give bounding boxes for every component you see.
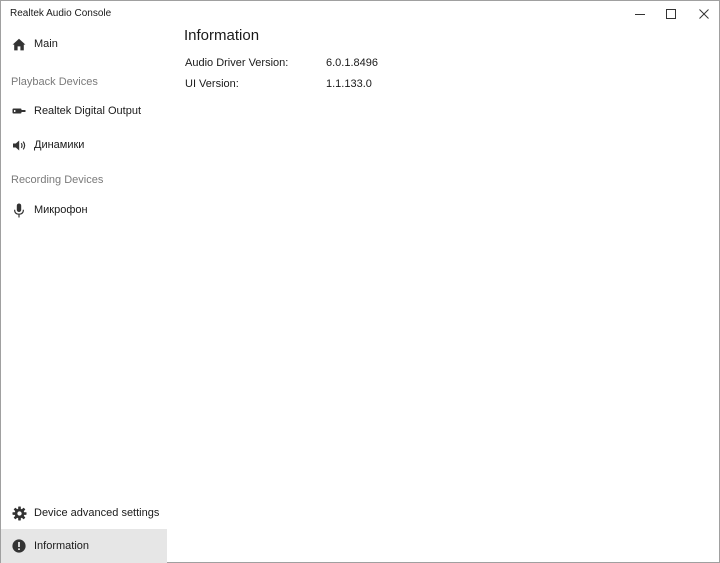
minimize-icon — [635, 9, 645, 19]
microphone-icon — [11, 202, 27, 218]
info-label: UI Version: — [185, 78, 239, 90]
sidebar-item-device-advanced-settings[interactable]: Device advanced settings — [1, 496, 167, 530]
sidebar-item-label: Information — [34, 540, 90, 552]
sidebar-item-realtek-digital-output[interactable]: Realtek Digital Output — [1, 94, 167, 128]
info-value: 1.1.133.0 — [326, 78, 372, 90]
gear-icon — [11, 505, 27, 521]
home-icon — [11, 36, 27, 52]
app-title: Realtek Audio Console — [10, 8, 112, 19]
maximize-button[interactable] — [654, 1, 688, 27]
digital-output-icon — [11, 103, 27, 119]
maximize-icon — [666, 9, 676, 19]
sidebar-item-label: Динамики — [34, 139, 85, 151]
sidebar-item-label: Device advanced settings — [34, 507, 160, 519]
info-icon — [11, 538, 27, 554]
sidebar: Main Playback Devices Realtek Digital Ou… — [1, 27, 167, 563]
sidebar-item-label: Микрофон — [34, 204, 88, 216]
sidebar-item-main[interactable]: Main — [1, 27, 167, 61]
info-row-audio-driver-version: Audio Driver Version: 6.0.1.8496 — [185, 57, 485, 73]
recording-devices-header: Recording Devices — [11, 174, 104, 186]
information-panel: Information Audio Driver Version: 6.0.1.… — [184, 27, 704, 527]
sidebar-item-speakers[interactable]: Динамики — [1, 128, 167, 162]
app-window: Realtek Audio Console Main Playback Devi… — [0, 0, 720, 563]
close-button[interactable] — [687, 1, 720, 27]
page-title: Information — [184, 27, 260, 44]
minimize-button[interactable] — [623, 1, 657, 27]
info-value: 6.0.1.8496 — [326, 57, 378, 69]
speaker-icon — [11, 137, 27, 153]
title-bar[interactable]: Realtek Audio Console — [1, 1, 719, 27]
sidebar-item-information[interactable]: Information — [1, 529, 167, 563]
playback-devices-header: Playback Devices — [11, 76, 98, 88]
sidebar-item-label: Realtek Digital Output — [34, 105, 141, 117]
close-icon — [699, 9, 709, 19]
info-label: Audio Driver Version: — [185, 57, 289, 69]
info-row-ui-version: UI Version: 1.1.133.0 — [185, 78, 485, 94]
sidebar-item-label: Main — [34, 38, 58, 50]
sidebar-item-microphone[interactable]: Микрофон — [1, 193, 167, 227]
